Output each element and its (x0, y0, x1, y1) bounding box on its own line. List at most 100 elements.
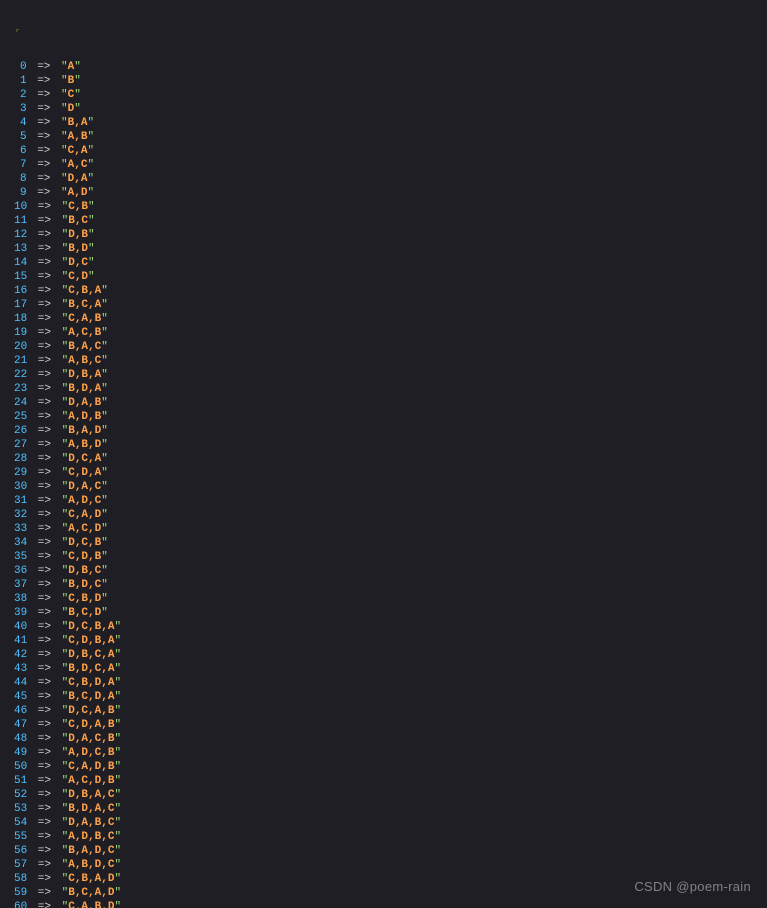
open-quote: " (62, 592, 69, 606)
open-bracket: [ (14, 28, 21, 32)
entry-key: 36 (14, 564, 27, 578)
arrow-icon: => (27, 578, 61, 592)
close-quote: " (114, 690, 121, 704)
open-quote: " (62, 634, 69, 648)
close-quote: " (114, 788, 121, 802)
open-quote: " (62, 788, 69, 802)
close-quote: " (114, 648, 121, 662)
open-quote: " (62, 606, 69, 620)
array-open-line: [ (14, 28, 767, 32)
arrow-icon: => (27, 326, 61, 340)
entry-value: D,C,A,B (68, 704, 114, 718)
arrow-icon: => (27, 536, 61, 550)
entry-value: A,C,B (68, 326, 101, 340)
close-quote: " (101, 494, 108, 508)
open-quote: " (62, 452, 69, 466)
close-quote: " (101, 424, 108, 438)
array-entry: 1 => "B" (14, 74, 767, 88)
array-entry: 40 => "D,C,B,A" (14, 620, 767, 634)
close-quote: " (101, 480, 108, 494)
entry-value: C,B (68, 200, 88, 214)
entry-key: 41 (14, 634, 27, 648)
arrow-icon: => (27, 172, 61, 186)
close-quote: " (101, 438, 108, 452)
open-quote: " (61, 102, 68, 116)
close-quote: " (88, 242, 95, 256)
open-quote: " (62, 522, 69, 536)
entry-key: 51 (14, 774, 27, 788)
array-entry: 9 => "A,D" (14, 186, 767, 200)
array-entry: 45 => "B,C,D,A" (14, 690, 767, 704)
entry-key: 45 (14, 690, 27, 704)
arrow-icon: => (27, 284, 61, 298)
open-quote: " (62, 214, 69, 228)
array-entry: 56 => "B,A,D,C" (14, 844, 767, 858)
entry-value: C,A,B (68, 312, 101, 326)
array-entry: 8 => "D,A" (14, 172, 767, 186)
arrow-icon: => (27, 74, 61, 88)
arrow-icon: => (27, 88, 61, 102)
close-quote: " (101, 284, 108, 298)
array-entry: 46 => "D,C,A,B" (14, 704, 767, 718)
arrow-icon: => (27, 830, 61, 844)
open-quote: " (62, 494, 69, 508)
entry-value: A,B,D,C (68, 858, 114, 872)
entry-key: 11 (14, 214, 27, 228)
arrow-icon: => (27, 368, 61, 382)
entry-key: 53 (14, 802, 27, 816)
arrow-icon: => (27, 214, 61, 228)
open-quote: " (61, 158, 68, 172)
arrow-icon: => (27, 816, 61, 830)
entry-key: 30 (14, 480, 27, 494)
entry-key: 29 (14, 466, 27, 480)
entry-key: 44 (14, 676, 27, 690)
entry-key: 19 (14, 326, 27, 340)
close-quote: " (114, 620, 121, 634)
array-entry: 24 => "D,A,B" (14, 396, 767, 410)
entry-key: 58 (14, 872, 27, 886)
array-entry: 38 => "C,B,D" (14, 592, 767, 606)
entry-value: B,A,D (68, 424, 101, 438)
close-quote: " (88, 200, 95, 214)
array-entry: 4 => "B,A" (14, 116, 767, 130)
entry-key: 43 (14, 662, 27, 676)
arrow-icon: => (27, 298, 61, 312)
arrow-icon: => (27, 242, 61, 256)
entry-key: 31 (14, 494, 27, 508)
entry-key: 26 (14, 424, 27, 438)
close-quote: " (87, 144, 94, 158)
entry-value: B,C,D,A (68, 690, 114, 704)
entry-value: B,D,C (68, 578, 101, 592)
close-quote: " (74, 60, 81, 74)
entry-value: D,B,A,C (68, 788, 114, 802)
close-quote: " (87, 186, 94, 200)
close-quote: " (114, 746, 121, 760)
entry-value: B,D,A (68, 382, 101, 396)
entry-value: C (68, 88, 75, 102)
arrow-icon: => (27, 900, 61, 908)
entry-key: 12 (14, 228, 27, 242)
entry-value: B,C,A (68, 298, 101, 312)
close-quote: " (114, 760, 121, 774)
open-quote: " (62, 284, 69, 298)
entry-key: 5 (20, 130, 27, 144)
open-quote: " (62, 424, 69, 438)
array-entry: 50 => "C,A,D,B" (14, 760, 767, 774)
open-quote: " (61, 144, 68, 158)
entry-value: A,D,C (68, 494, 101, 508)
close-quote: " (74, 88, 81, 102)
close-quote: " (114, 858, 121, 872)
close-quote: " (101, 578, 108, 592)
open-quote: " (62, 648, 69, 662)
entry-key: 57 (14, 858, 27, 872)
entry-value: C,D,A,B (68, 718, 114, 732)
entry-value: C,A (68, 144, 88, 158)
array-entry: 42 => "D,B,C,A" (14, 648, 767, 662)
entry-value: C,B,A (68, 284, 101, 298)
arrow-icon: => (27, 424, 61, 438)
entry-key: 50 (14, 760, 27, 774)
entry-value: D,B,C,A (68, 648, 114, 662)
array-entry: 44 => "C,B,D,A" (14, 676, 767, 690)
entry-key: 21 (14, 354, 27, 368)
close-quote: " (101, 382, 108, 396)
